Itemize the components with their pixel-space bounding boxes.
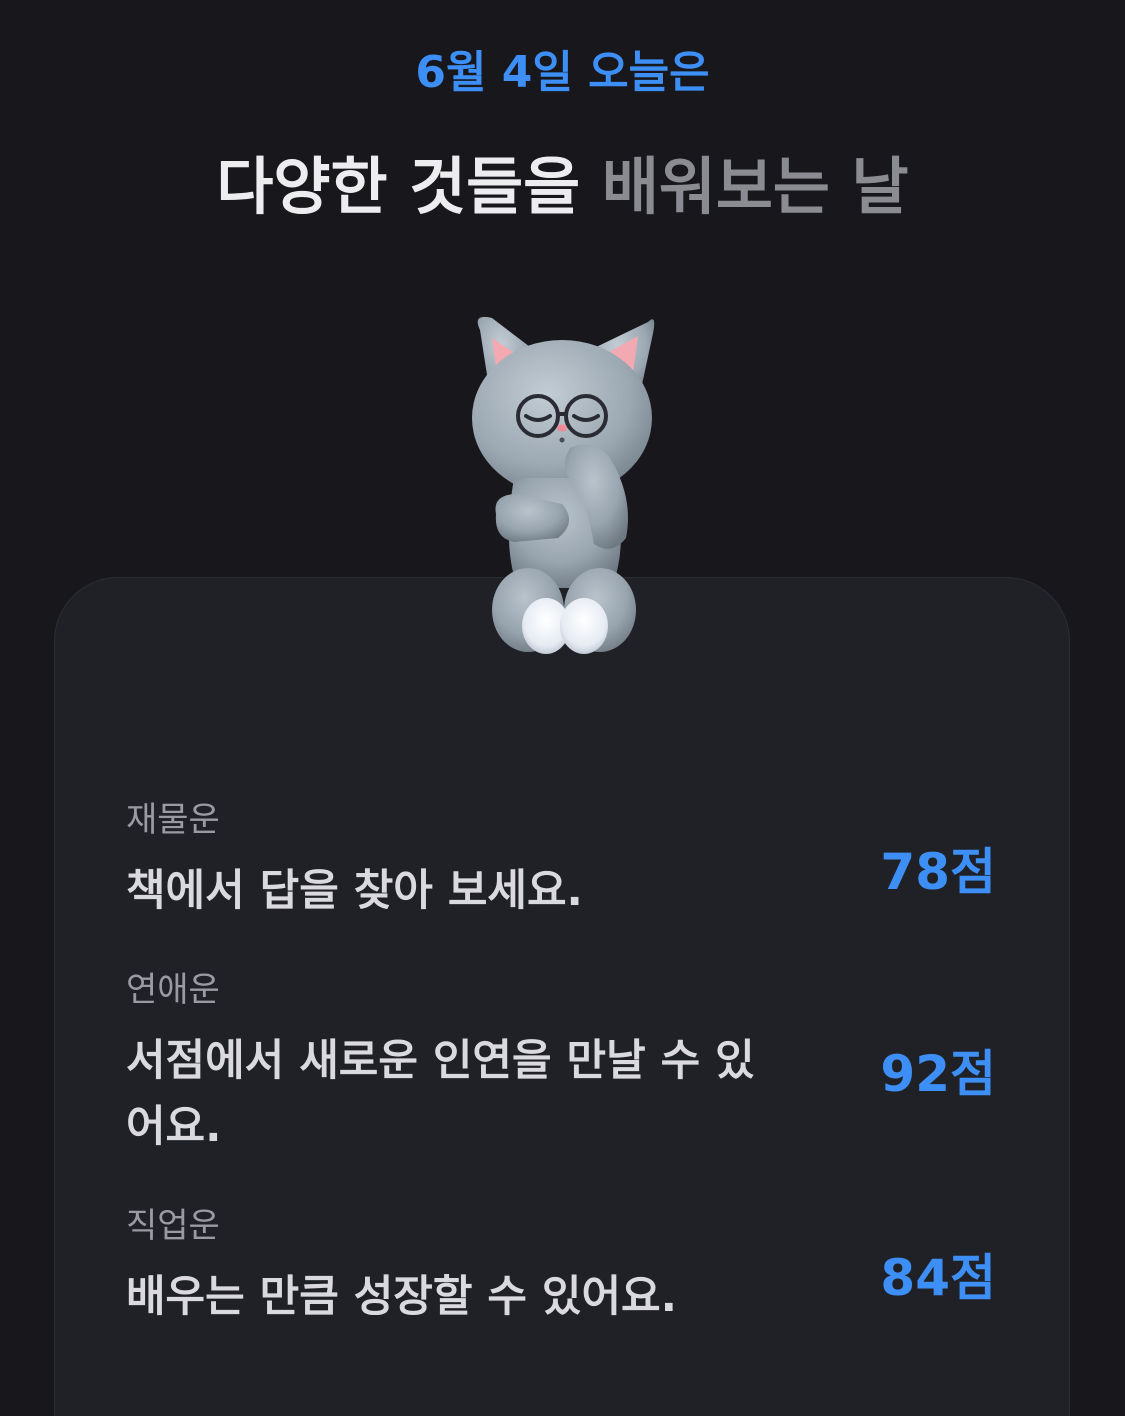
date-label: 6월 4일 오늘은 <box>415 47 710 98</box>
fortune-category-label: 연애운 <box>126 970 220 1010</box>
fortune-score: 92점 <box>880 1045 996 1103</box>
fortune-score: 84점 <box>880 1249 996 1307</box>
fortune-category-label: 직업운 <box>126 1206 220 1246</box>
fortune-category-label: 재물운 <box>126 800 220 840</box>
gray-cat-with-glasses-icon <box>472 316 655 654</box>
page-title: 다양한 것들을 배워보는 날 <box>0 136 1125 226</box>
fortune-row-career: 직업운 배우는 만큼 성장할 수 있어요. 84점 <box>126 1206 996 1330</box>
fortune-row-love: 연애운 서점에서 새로운 인연을 만날 수 있어요. 92점 <box>126 970 996 1160</box>
fortune-page: 6월 4일 오늘은 다양한 것들을 배워보는 날 재물운 책에서 답을 찾아 보… <box>0 0 1125 1416</box>
fortune-description: 서점에서 새로운 인연을 만날 수 있어요. <box>126 1036 755 1152</box>
fortune-description: 배우는 만큼 성장할 수 있어요. <box>126 1272 677 1322</box>
title-highlight-text: 다양한 것들을 <box>216 150 602 223</box>
fortune-row-wealth: 재물운 책에서 답을 찾아 보세요. 78점 <box>126 800 996 924</box>
title-dim-text: 배워보는 날 <box>601 150 909 223</box>
fortune-description: 책에서 답을 찾아 보세요. <box>126 866 583 916</box>
fortune-score: 78점 <box>880 843 996 901</box>
